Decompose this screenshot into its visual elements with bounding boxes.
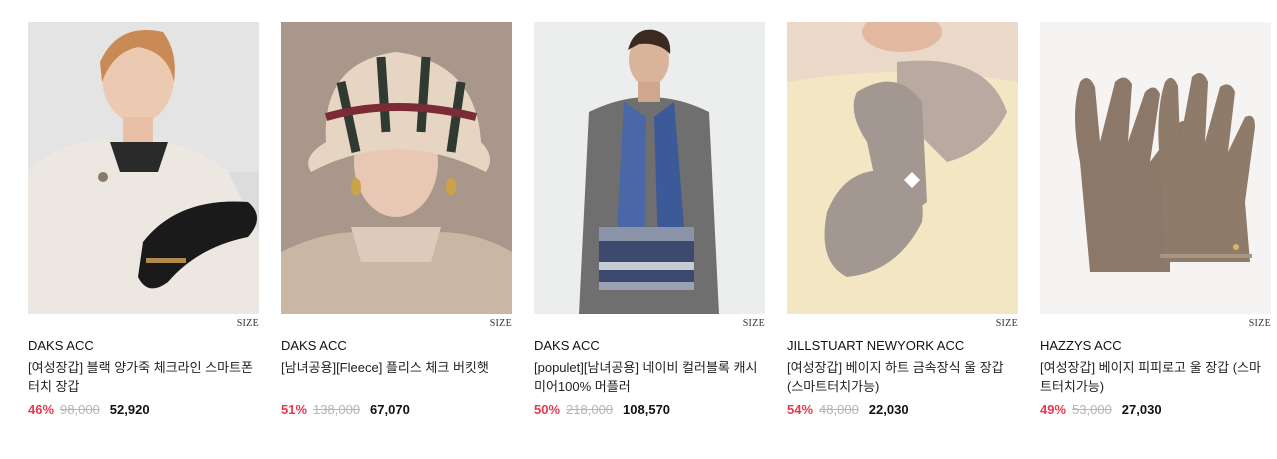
price-row: 50% 218,000 108,570 [534,402,765,417]
wool-glove-model-photo-icon [787,22,1018,314]
product-image[interactable] [787,22,1018,314]
glove-model-photo-icon [28,22,259,314]
sale-price: 22,030 [868,402,909,417]
price-row: 46% 98,000 52,920 [28,402,259,417]
size-label[interactable]: SIZE [237,318,259,329]
discount-rate: 46% [28,402,55,417]
product-name[interactable]: [여성장갑] 블랙 양가죽 체크라인 스마트폰 터치 장갑 [28,358,259,396]
brand-name: DAKS ACC [281,338,347,353]
wool-gloves-flatlay-photo-icon [1040,22,1271,314]
bucket-hat-model-photo-icon [281,22,512,314]
price-row: 54% 48,000 22,030 [787,402,1018,417]
product-image[interactable] [1040,22,1271,314]
original-price: 218,000 [566,402,614,417]
product-image[interactable] [28,22,259,314]
product-card[interactable]: SIZE DAKS ACC [populet][남녀공용] 네이비 컬러블록 캐… [534,22,765,417]
original-price: 138,000 [313,402,361,417]
discount-rate: 50% [534,402,561,417]
size-label[interactable]: SIZE [743,318,765,329]
product-name[interactable]: [여성장갑] 베이지 피피로고 울 장갑 (스마트터치가능) [1040,358,1271,396]
original-price: 98,000 [60,402,100,417]
original-price: 53,000 [1072,402,1112,417]
product-name[interactable]: [여성장갑] 베이지 하트 금속장식 울 장갑 (스마트터치가능) [787,358,1018,396]
discount-rate: 51% [281,402,308,417]
product-image[interactable] [534,22,765,314]
product-card[interactable]: SIZE DAKS ACC [여성장갑] 블랙 양가죽 체크라인 스마트폰 터치… [28,22,259,417]
brand-name: JILLSTUART NEWYORK ACC [787,338,965,353]
price-row: 51% 138,000 67,070 [281,402,512,417]
size-label[interactable]: SIZE [490,318,512,329]
price-row: 49% 53,000 27,030 [1040,402,1271,417]
product-grid: SIZE DAKS ACC [여성장갑] 블랙 양가죽 체크라인 스마트폰 터치… [28,22,1271,417]
product-name[interactable]: [populet][남녀공용] 네이비 컬러블록 캐시미어100% 머플러 [534,358,765,396]
size-label[interactable]: SIZE [996,318,1018,329]
discount-rate: 54% [787,402,814,417]
original-price: 48,000 [819,402,859,417]
brand-name: DAKS ACC [28,338,94,353]
sale-price: 67,070 [370,402,410,417]
product-image[interactable] [281,22,512,314]
sale-price: 108,570 [623,402,671,417]
sale-price: 27,030 [1121,402,1162,417]
product-card[interactable]: SIZE JILLSTUART NEWYORK ACC [여성장갑] 베이지 하… [787,22,1018,417]
brand-name: HAZZYS ACC [1040,338,1122,353]
product-card[interactable]: SIZE HAZZYS ACC [여성장갑] 베이지 피피로고 울 장갑 (스마… [1040,22,1271,417]
sale-price: 52,920 [109,402,150,417]
scarf-model-photo-icon [534,22,765,314]
product-name[interactable]: [남녀공용][Fleece] 플리스 체크 버킷햇 [281,358,512,396]
brand-name: DAKS ACC [534,338,600,353]
discount-rate: 49% [1040,402,1067,417]
size-label[interactable]: SIZE [1249,318,1271,329]
product-card[interactable]: SIZE DAKS ACC [남녀공용][Fleece] 플리스 체크 버킷햇 … [281,22,512,417]
